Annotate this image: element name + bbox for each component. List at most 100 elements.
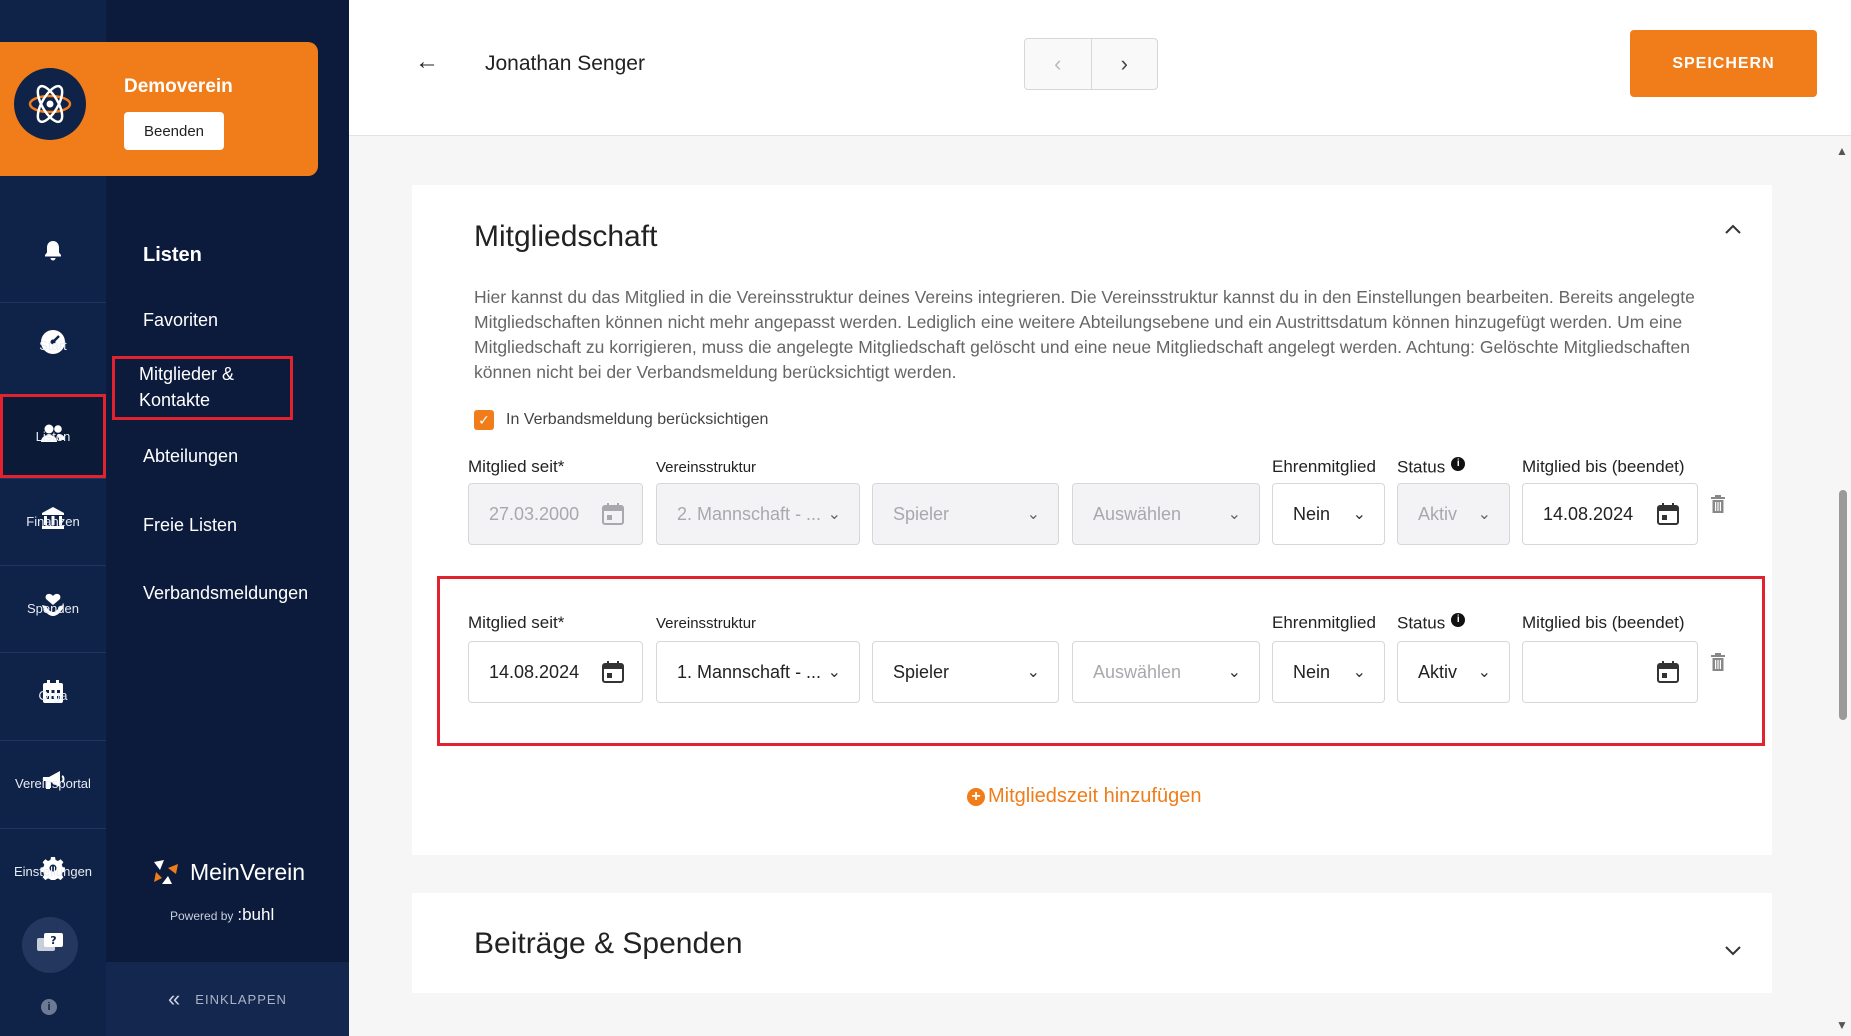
rail-item-start[interactable]: Start [0,302,106,388]
chevron-down-icon[interactable] [1725,939,1741,962]
chevron-down-icon: ⌄ [1477,664,1491,681]
until-date-value: 14.08.2024 [1543,503,1634,524]
chevron-down-icon: ⌄ [827,506,841,523]
trash-icon[interactable] [1710,495,1726,513]
structure-value: 2. Mannschaft - ... [677,503,822,524]
chevron-right-icon[interactable]: › [1092,39,1158,89]
rail-item-vereinsportal[interactable]: Vereinsportal [0,740,106,826]
save-button[interactable]: SPEICHERN [1630,30,1817,97]
until-date-field[interactable] [1522,641,1698,703]
role-select: Spieler ⌄ [872,483,1059,545]
role-value: Spieler [893,503,950,524]
org-name: Demoverein [124,76,233,97]
info-icon[interactable]: i [41,999,57,1015]
chevron-down-icon: ⌄ [1026,506,1040,523]
rail-item-orga[interactable]: Orga [0,652,106,738]
checkbox-checked-icon[interactable]: ✓ [474,410,494,430]
rail-label: Listen [35,429,71,444]
rail-label: Einstellungen [13,864,93,879]
double-chevron-left-icon: « [168,986,182,1011]
label-structure: Vereinsstruktur [656,615,757,632]
bell-icon [40,238,66,264]
status-select[interactable]: Aktiv ⌄ [1397,641,1510,703]
label-until: Mitglied bis (beendet) [1522,613,1685,632]
label-since: Mitglied seit* [468,457,565,476]
info-icon[interactable]: i [1451,613,1466,627]
sublevel-select: Auswählen ⌄ [1072,483,1260,545]
notifications-button[interactable] [0,212,106,298]
honorary-select[interactable]: Nein ⌄ [1272,483,1385,545]
structure-select: 2. Mannschaft - ... ⌄ [656,483,860,545]
label-status-text: Status [1397,457,1446,477]
trash-icon[interactable] [1710,653,1726,671]
nav-link-abteilungen[interactable]: Abteilungen [143,443,238,469]
checkbox-label: In Verbandsmeldung berücksichtigen [506,411,769,428]
nav-link-favoriten[interactable]: Favoriten [143,307,218,333]
powered-by: Powered by:buhl [170,905,274,925]
org-logo [14,68,86,140]
honorary-value: Nein [1293,661,1331,682]
section-description: Hier kannst du das Mitglied in die Verei… [474,287,1695,382]
fees-card: Beiträge & Spenden [412,893,1772,993]
honorary-select[interactable]: Nein ⌄ [1272,641,1385,703]
chevron-up-icon[interactable] [1725,217,1741,240]
rail-item-einstellungen[interactable]: Einstellungen [0,828,106,914]
label-honorary: Ehrenmitglied [1272,613,1376,632]
since-date-value: 14.08.2024 [489,661,580,682]
back-arrow-icon[interactable]: ← [415,48,439,76]
chevron-down-icon: ⌄ [1477,506,1491,523]
sublevel-placeholder: Auswählen [1093,661,1182,682]
rail-label: Spenden [26,601,80,616]
role-value: Spieler [893,661,950,682]
panel-title: Listen [143,244,202,266]
label-honorary: Ehrenmitglied [1272,457,1376,476]
sublevel-value: Auswählen [1093,503,1182,524]
calendar-icon[interactable] [1657,503,1679,525]
rail-item-listen[interactable]: Listen [0,394,106,478]
status-select: Aktiv ⌄ [1397,483,1510,545]
header: ← Jonathan Senger ‹ › SPEICHERN [349,0,1851,136]
nav-link-verbandsmeldungen[interactable]: Verbandsmeldungen [143,580,308,606]
status-value: Aktiv [1418,503,1458,524]
end-button[interactable]: Beenden [124,112,224,150]
help-chat-icon: ? [37,933,63,951]
nav-link-label: Kontakte [139,390,211,410]
collapse-label: EINKLAPPEN [195,991,287,1007]
nav-link-freie-listen[interactable]: Freie Listen [143,512,237,538]
collapse-button[interactable]: « EINKLAPPEN [106,962,349,1036]
label-status: Status i [1397,613,1466,634]
chevron-down-icon: ⌄ [1352,506,1366,523]
rail-item-finanzen[interactable]: Finanzen [0,478,106,564]
chevron-down-icon: ⌄ [1227,664,1241,681]
brand-name: MeinVerein [190,858,306,885]
calendar-icon[interactable] [1657,661,1679,683]
chevron-down-icon: ⌄ [1227,506,1241,523]
help-chat-button[interactable]: ? [22,917,78,973]
buhl-logo: :buhl [237,905,275,924]
rail-item-spenden[interactable]: Spenden [0,565,106,651]
add-membership-period-link[interactable]: + Mitgliedszeit hinzufügen [967,785,1201,808]
scroll-up-arrow-icon[interactable]: ▲ [1836,144,1848,158]
calendar-icon[interactable] [602,661,624,683]
structure-select[interactable]: 1. Mannschaft - ... ⌄ [656,641,860,703]
svg-text:?: ? [50,934,56,947]
rail-label: Start [39,338,67,353]
info-icon[interactable]: i [1451,457,1466,471]
label-until: Mitglied bis (beendet) [1522,457,1685,476]
federation-checkbox-row[interactable]: ✓ In Verbandsmeldung berücksichtigen [474,410,768,430]
label-structure: Vereinsstruktur [656,459,757,476]
scroll-down-arrow-icon[interactable]: ▼ [1836,1018,1848,1032]
rail-label: Vereinsportal [15,776,91,791]
since-date-field[interactable]: 14.08.2024 [468,641,643,703]
since-date-field: 27.03.2000 [468,483,643,545]
section-title: Beiträge & Spenden [474,927,743,960]
until-date-field[interactable]: 14.08.2024 [1522,483,1698,545]
chevron-left-icon[interactable]: ‹ [1025,39,1092,89]
nav-link-mitglieder-kontakte[interactable]: Mitglieder & Kontakte [112,356,293,420]
scrollbar-thumb[interactable] [1839,490,1847,720]
chevron-down-icon: ⌄ [827,664,841,681]
sublevel-select[interactable]: Auswählen ⌄ [1072,641,1260,703]
chevron-down-icon: ⌄ [1026,664,1040,681]
org-card: Demoverein Beenden [0,42,318,176]
role-select[interactable]: Spieler ⌄ [872,641,1059,703]
